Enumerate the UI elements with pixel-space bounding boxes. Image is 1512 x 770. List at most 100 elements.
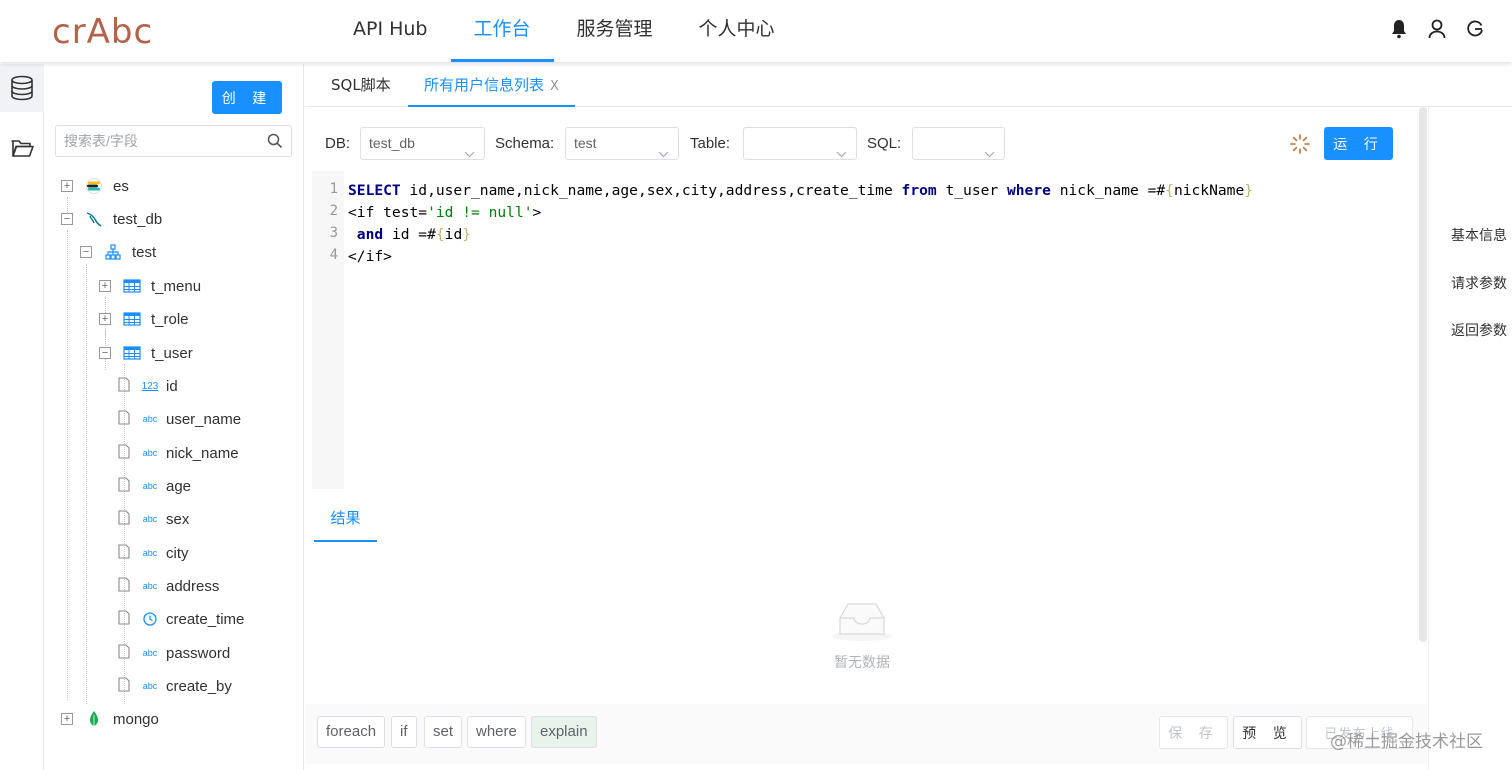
tree-node-t-user[interactable]: − t_user	[99, 341, 193, 365]
bottom-toolbar: foreach if set where explain 保 存 预 览 已发布…	[305, 704, 1427, 764]
tree-node-label: t_menu	[151, 277, 202, 295]
elasticsearch-icon	[85, 177, 103, 195]
tree-field-label: nick_name	[166, 444, 239, 462]
sql-select[interactable]	[912, 127, 1005, 160]
expand-toggle[interactable]: +	[61, 713, 73, 725]
nav-api-hub[interactable]: API Hub	[330, 0, 451, 62]
nav-request-params[interactable]: 请求参数	[1451, 273, 1507, 293]
expand-toggle[interactable]: +	[61, 180, 73, 192]
tree-field-user-name[interactable]: abc user_name	[118, 407, 241, 431]
tree-field-sex[interactable]: abc sex	[118, 507, 189, 531]
tree-field-create-by[interactable]: abc create_by	[118, 674, 232, 698]
code-line-1: SELECT id,user_name,nick_name,age,sex,ci…	[348, 182, 1254, 199]
tree-connector	[67, 230, 68, 700]
tree-field-id[interactable]: 123 id	[118, 374, 178, 398]
tree-field-label: create_time	[166, 610, 245, 628]
database-icon[interactable]	[0, 64, 44, 112]
bell-icon[interactable]	[1390, 18, 1408, 40]
tab-sql-script[interactable]: SQL脚本	[315, 64, 407, 107]
chevron-down-icon	[464, 138, 475, 169]
snippet-where-button[interactable]: where	[467, 716, 526, 748]
snippet-if-button[interactable]: if	[391, 716, 417, 748]
snippet-foreach-button[interactable]: foreach	[317, 716, 386, 748]
create-button[interactable]: 创 建	[212, 81, 282, 114]
file-icon	[118, 409, 130, 429]
logo: crAbc	[52, 12, 154, 52]
line-number: 2	[329, 203, 338, 219]
tab-results[interactable]: 结果	[314, 498, 377, 542]
collapse-toggle[interactable]: −	[80, 246, 92, 258]
schema-select[interactable]: test	[565, 127, 679, 160]
file-icon	[118, 676, 130, 696]
chevron-down-icon	[658, 138, 669, 169]
nav-basic-info[interactable]: 基本信息	[1451, 225, 1507, 245]
tree-field-label: id	[166, 377, 178, 395]
table-icon	[123, 277, 141, 295]
string-type-icon: abc	[142, 581, 158, 591]
close-icon[interactable]: X	[550, 79, 559, 94]
format-sparkle-icon[interactable]	[1289, 133, 1311, 159]
tree-field-city[interactable]: abc city	[118, 541, 189, 565]
code-line-3: and id =#{id}	[356, 226, 472, 243]
folder-icon[interactable]	[0, 124, 44, 172]
tree-field-nick-name[interactable]: abc nick_name	[118, 441, 239, 465]
header-actions	[1390, 18, 1484, 40]
nav-service-management[interactable]: 服务管理	[554, 0, 676, 62]
user-icon[interactable]	[1428, 18, 1446, 40]
explain-button[interactable]: explain	[531, 716, 597, 748]
query-toolbar: DB: test_db Schema: test Table: SQL: 运 行	[305, 107, 1427, 171]
tree-node-test-schema[interactable]: − test	[80, 240, 156, 264]
string-type-icon: abc	[142, 448, 158, 458]
db-label: DB:	[325, 135, 351, 152]
line-number: 3	[329, 225, 338, 241]
vertical-scrollbar[interactable]	[1419, 107, 1427, 642]
chevron-down-icon	[836, 138, 847, 169]
collapse-toggle[interactable]: −	[61, 213, 73, 225]
schema-icon	[104, 243, 122, 261]
tree-field-label: address	[166, 577, 220, 595]
db-select[interactable]: test_db	[360, 127, 485, 160]
code-line-2: <if test='id != null'>	[348, 204, 542, 221]
nav-personal-center[interactable]: 个人中心	[676, 0, 798, 62]
tree-node-t-role[interactable]: + t_role	[99, 307, 189, 331]
main-nav: API Hub 工作台 服务管理 个人中心	[330, 0, 798, 62]
tree-field-address[interactable]: abc address	[118, 574, 219, 598]
string-type-icon: abc	[142, 514, 158, 524]
preview-button[interactable]: 预 览	[1233, 716, 1302, 749]
search-icon[interactable]	[267, 133, 283, 153]
tree-node-test-db[interactable]: − test_db	[61, 207, 162, 231]
db-select-value: test_db	[369, 135, 415, 151]
line-gutter: 1 2 3 4	[312, 171, 344, 489]
save-button[interactable]: 保 存	[1159, 716, 1228, 749]
table-icon	[123, 310, 141, 328]
tree-node-mongo[interactable]: + mongo	[61, 707, 159, 731]
app-header: crAbc API Hub 工作台 服务管理 个人中心	[0, 0, 1512, 62]
expand-toggle[interactable]: +	[99, 280, 111, 292]
sql-editor[interactable]: 1 2 3 4 SELECT id,user_name,nick_name,ag…	[312, 171, 1420, 489]
tree-field-label: age	[166, 477, 192, 495]
table-select[interactable]	[743, 127, 857, 160]
search-input[interactable]	[56, 126, 256, 156]
editor-tabs: SQL脚本 所有用户信息列表 X	[305, 64, 1512, 107]
tree-field-age[interactable]: abc age	[118, 474, 191, 498]
nav-response-params[interactable]: 返回参数	[1451, 320, 1507, 340]
tree-field-password[interactable]: abc password	[118, 641, 230, 665]
file-icon	[118, 376, 130, 396]
code-line-4: </if>	[348, 248, 392, 265]
tab-label: SQL脚本	[331, 76, 391, 94]
collapse-toggle[interactable]: −	[99, 347, 111, 359]
refresh-icon[interactable]	[1466, 18, 1484, 40]
tree-node-es[interactable]: + es	[61, 174, 129, 198]
mongodb-icon	[85, 710, 103, 728]
expand-toggle[interactable]: +	[99, 313, 111, 325]
tree-field-create-time[interactable]: create_time	[118, 607, 244, 631]
tree-connector	[86, 264, 87, 704]
run-button[interactable]: 运 行	[1324, 127, 1393, 160]
snippet-set-button[interactable]: set	[424, 716, 463, 748]
string-type-icon: abc	[142, 548, 158, 558]
tree-node-label: mongo	[113, 710, 159, 728]
nav-workbench[interactable]: 工作台	[450, 0, 554, 62]
tab-all-user-list[interactable]: 所有用户信息列表 X	[408, 64, 575, 107]
tree-field-label: sex	[166, 510, 190, 528]
tree-node-t-menu[interactable]: + t_menu	[99, 274, 201, 298]
